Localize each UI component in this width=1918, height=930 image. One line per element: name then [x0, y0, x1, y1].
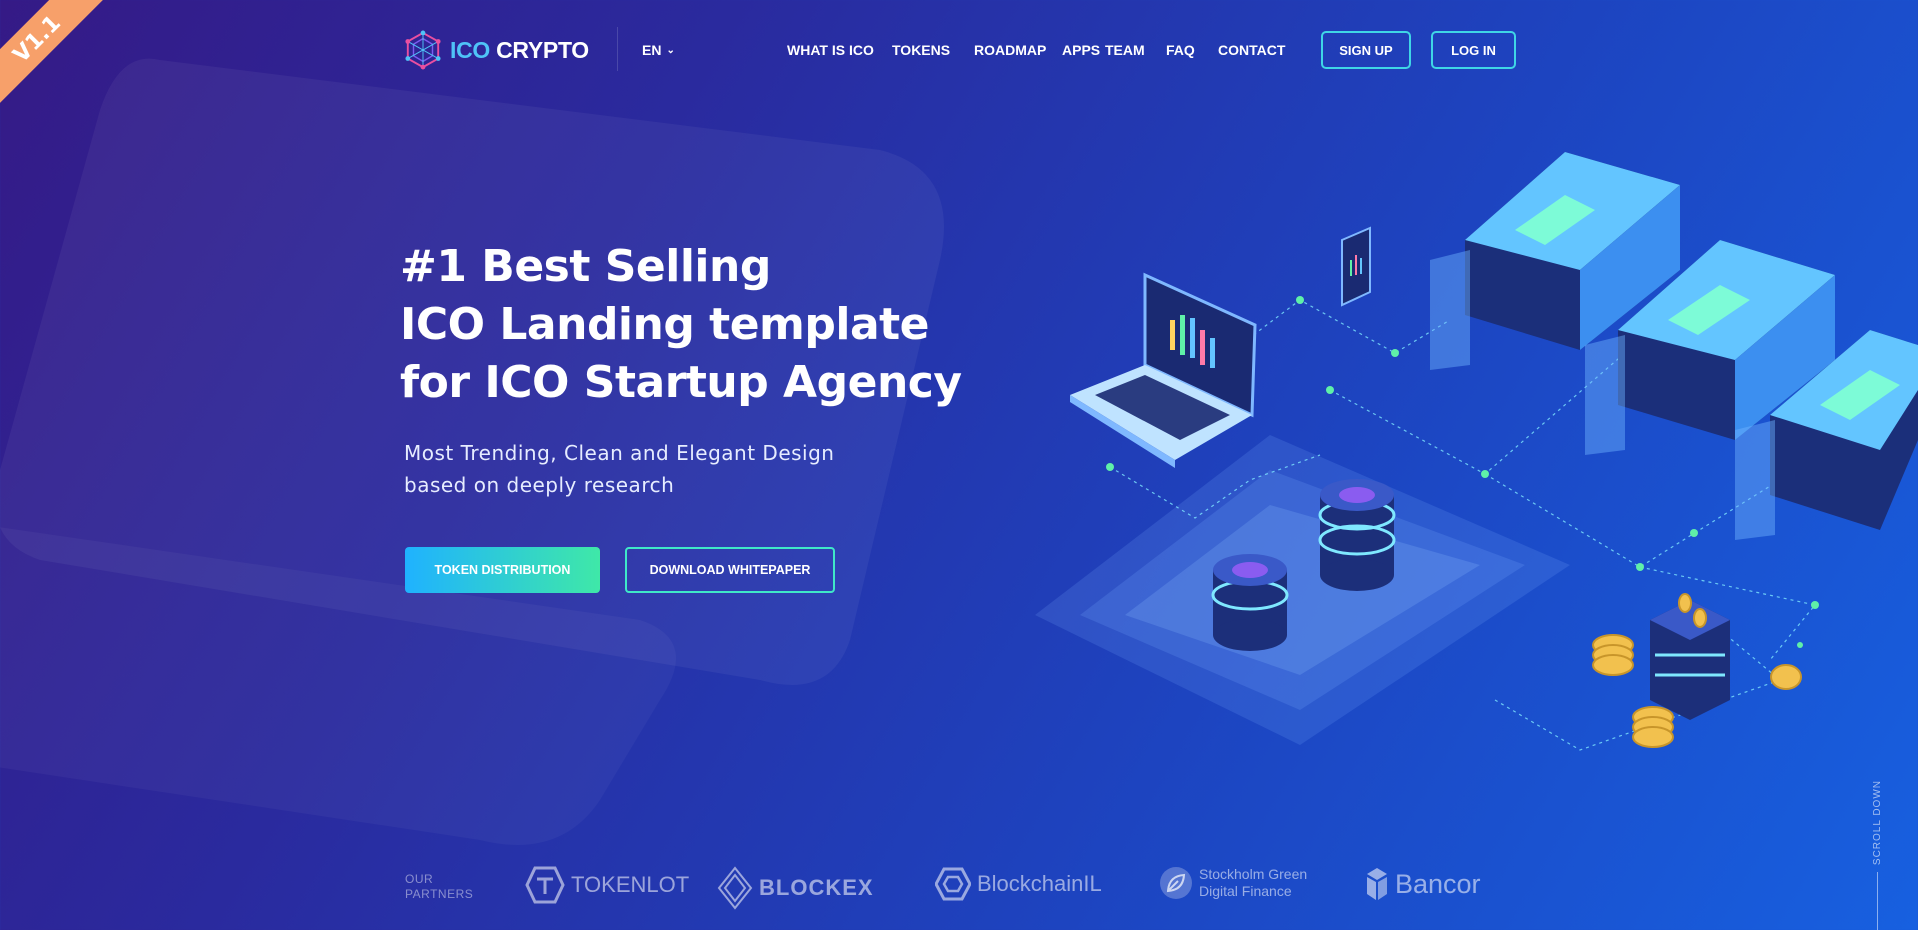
chevron-down-icon: ⌄ — [666, 44, 675, 56]
hero-subtitle-line: Most Trending, Clean and Elegant Design — [404, 441, 835, 465]
hero-subtitle-line: based on deeply research — [404, 473, 675, 497]
nav-tokens[interactable]: TOKENS — [892, 42, 974, 58]
main-nav: WHAT IS ICO TOKENS ROADMAP APPS TEAM FAQ… — [787, 42, 1298, 58]
scroll-down-label: SCROLL DOWN — [1872, 780, 1883, 866]
download-whitepaper-button[interactable]: DOWNLOAD WHITEPAPER — [625, 547, 835, 593]
brand-logo[interactable]: ICO CRYPTO — [404, 30, 589, 70]
partner-name-line: Digital Finance — [1199, 883, 1292, 899]
blockchain-isometric-illustration — [1035, 152, 1918, 751]
partners-label-line: OUR — [405, 872, 434, 886]
brand-name-ico: ICO — [450, 36, 490, 63]
nav-what-is-ico[interactable]: WHAT IS ICO — [787, 42, 892, 58]
partner-stockholm-green[interactable]: Stockholm Green Digital Finance — [1159, 866, 1307, 900]
laptop-illustration — [1070, 272, 1257, 468]
partner-blockex[interactable]: BLOCKEX — [717, 866, 874, 910]
signup-button[interactable]: SIGN UP — [1321, 31, 1411, 69]
site-header: ICO CRYPTO EN ⌄ WHAT IS ICO TOKENS ROADM… — [0, 0, 1918, 100]
language-selector[interactable]: EN ⌄ — [642, 42, 675, 58]
coin-server-illustration — [1650, 600, 1730, 720]
partner-blockchainil[interactable]: BlockchainIL — [935, 866, 1102, 902]
hero-title-line: ICO Landing template — [400, 299, 930, 350]
scroll-down-indicator[interactable]: SCROLL DOWN — [1872, 780, 1886, 930]
blockchainil-logo-icon — [935, 867, 971, 901]
platform-illustration — [1035, 435, 1570, 745]
partner-name: BLOCKEX — [759, 875, 874, 900]
partner-name: Bancor — [1395, 868, 1481, 899]
hero-title: #1 Best Selling ICO Landing template for… — [400, 238, 962, 412]
stockholm-leaf-icon — [1160, 867, 1192, 899]
tokenlot-logo-icon — [525, 866, 565, 904]
header-divider — [617, 27, 618, 71]
nav-apps[interactable]: APPS — [1062, 42, 1105, 58]
phone-illustration — [1341, 226, 1371, 307]
language-label: EN — [642, 42, 662, 58]
partner-name-line: Stockholm Green — [1199, 866, 1308, 882]
database-stack — [1211, 554, 1289, 651]
brand-name-crypto: CRYPTO — [496, 36, 589, 63]
partner-name: TOKENLOT — [571, 872, 690, 897]
partner-bancor[interactable]: Bancor — [1365, 866, 1481, 902]
partner-name: Stockholm Green Digital Finance — [1199, 866, 1307, 900]
hero-subtitle: Most Trending, Clean and Elegant Design … — [404, 437, 904, 501]
nav-roadmap[interactable]: ROADMAP — [974, 42, 1062, 58]
token-distribution-button[interactable]: TOKEN DISTRIBUTION — [405, 547, 600, 593]
brand-name: ICO CRYPTO — [450, 37, 589, 64]
partner-name: BlockchainIL — [977, 871, 1102, 896]
hero-title-line: for ICO Startup Agency — [400, 357, 962, 408]
blockex-logo-icon — [717, 866, 753, 910]
database-stack — [1318, 479, 1396, 591]
scroll-down-line — [1877, 872, 1878, 930]
hero-title-line: #1 Best Selling — [400, 241, 771, 292]
login-button[interactable]: LOG IN — [1431, 31, 1516, 69]
partners-label-line: PARTNERS — [405, 887, 474, 901]
nav-contact[interactable]: CONTACT — [1218, 42, 1298, 58]
nav-team[interactable]: TEAM — [1105, 42, 1166, 58]
bancor-logo-icon — [1367, 868, 1387, 900]
nav-faq[interactable]: FAQ — [1166, 42, 1218, 58]
partners-label: OUR PARTNERS — [405, 872, 473, 902]
hexagon-network-icon — [405, 30, 441, 70]
partner-tokenlot[interactable]: TOKENLOT — [525, 866, 689, 904]
